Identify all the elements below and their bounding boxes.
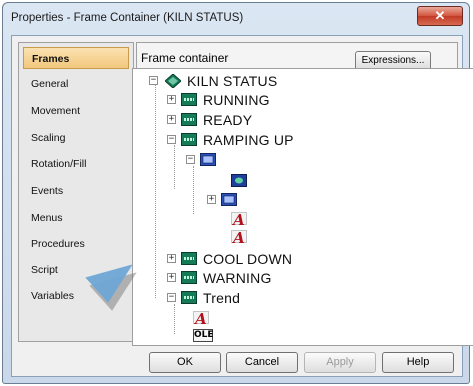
tree-connector [174, 145, 175, 189]
tree-node-label: Trend [203, 290, 241, 306]
tree-node-root[interactable]: − KILN STATUS [143, 72, 443, 90]
tree-connector [174, 304, 175, 334]
collapse-icon[interactable]: − [167, 293, 176, 302]
tree-node-running[interactable]: + RUNNING [161, 91, 441, 109]
tree-node-label: COOL DOWN [203, 251, 293, 267]
tree-node-label: RUNNING [203, 92, 270, 108]
frame-icon [181, 133, 197, 146]
frame-icon [181, 252, 197, 265]
title-bar[interactable]: Properties - Frame Container (KILN STATU… [3, 3, 469, 33]
tree-node-trend[interactable]: − Trend [161, 289, 441, 307]
expand-icon[interactable]: + [207, 195, 216, 204]
tab-rotation-fill[interactable]: Rotation/Fill [23, 153, 129, 175]
tree-node-ready[interactable]: + READY [161, 111, 441, 129]
tree-node-warning[interactable]: + WARNING [161, 269, 441, 287]
frame-icon [181, 271, 197, 284]
frame-icon [181, 113, 197, 126]
expand-icon[interactable]: + [167, 273, 176, 282]
tree-node-text[interactable]: A [181, 309, 211, 327]
frame-icon [181, 93, 197, 106]
tree-node-subgroup[interactable]: + [201, 191, 261, 209]
tree-node-label: READY [203, 112, 253, 128]
tree-node-ramping-up[interactable]: − RAMPING UP [161, 131, 441, 149]
collapse-icon[interactable]: − [186, 155, 195, 164]
group-container-icon [221, 193, 237, 206]
tree-node-subcontainer[interactable]: − [180, 151, 240, 169]
tab-frames[interactable]: Frames [23, 47, 129, 69]
close-button[interactable]: ✕ [417, 6, 463, 26]
tree-node-ole[interactable]: OLE [181, 327, 221, 345]
tab-events[interactable]: Events [23, 180, 129, 202]
tree-node-label: WARNING [203, 270, 272, 286]
text-object-icon: A [231, 212, 247, 228]
tree-node-text[interactable]: A [219, 228, 249, 246]
ole-object-icon: OLE [193, 329, 214, 342]
tab-general[interactable]: General [23, 73, 129, 95]
group-container-icon [200, 153, 216, 166]
cancel-button[interactable]: Cancel [226, 352, 298, 373]
tree-node-cool-down[interactable]: + COOL DOWN [161, 250, 441, 268]
tree-node-object[interactable] [219, 172, 249, 190]
tab-scaling[interactable]: Scaling [23, 127, 129, 149]
tab-movement[interactable]: Movement [23, 100, 129, 122]
tree-connector [193, 166, 194, 214]
frame-icon [181, 291, 197, 304]
apply-button[interactable]: Apply [304, 352, 376, 373]
text-object-icon: A [231, 230, 247, 246]
frame-tree-view[interactable]: − KILN STATUS + RUNNING + READY − RAMPIN… [132, 68, 473, 346]
tree-root-label: KILN STATUS [187, 73, 278, 89]
expand-icon[interactable]: + [167, 95, 176, 104]
ok-button[interactable]: OK [149, 352, 221, 373]
window-title: Properties - Frame Container (KILN STATU… [11, 12, 244, 24]
tab-menus[interactable]: Menus [23, 207, 129, 229]
frame-container-label: Frame container [141, 51, 229, 65]
diamond-container-icon [164, 73, 182, 89]
expand-icon[interactable]: + [167, 115, 176, 124]
tree-connector [155, 84, 156, 298]
button-bar: OK Cancel Apply Help [12, 348, 464, 376]
collapse-icon[interactable]: − [167, 135, 176, 144]
text-object-icon: A [193, 311, 209, 327]
help-button[interactable]: Help [382, 352, 454, 373]
monitor-object-icon [231, 174, 247, 187]
collapse-icon[interactable]: − [149, 76, 158, 85]
expand-icon[interactable]: + [167, 254, 176, 263]
tree-node-text[interactable]: A [219, 210, 249, 228]
tree-node-label: RAMPING UP [203, 132, 294, 148]
